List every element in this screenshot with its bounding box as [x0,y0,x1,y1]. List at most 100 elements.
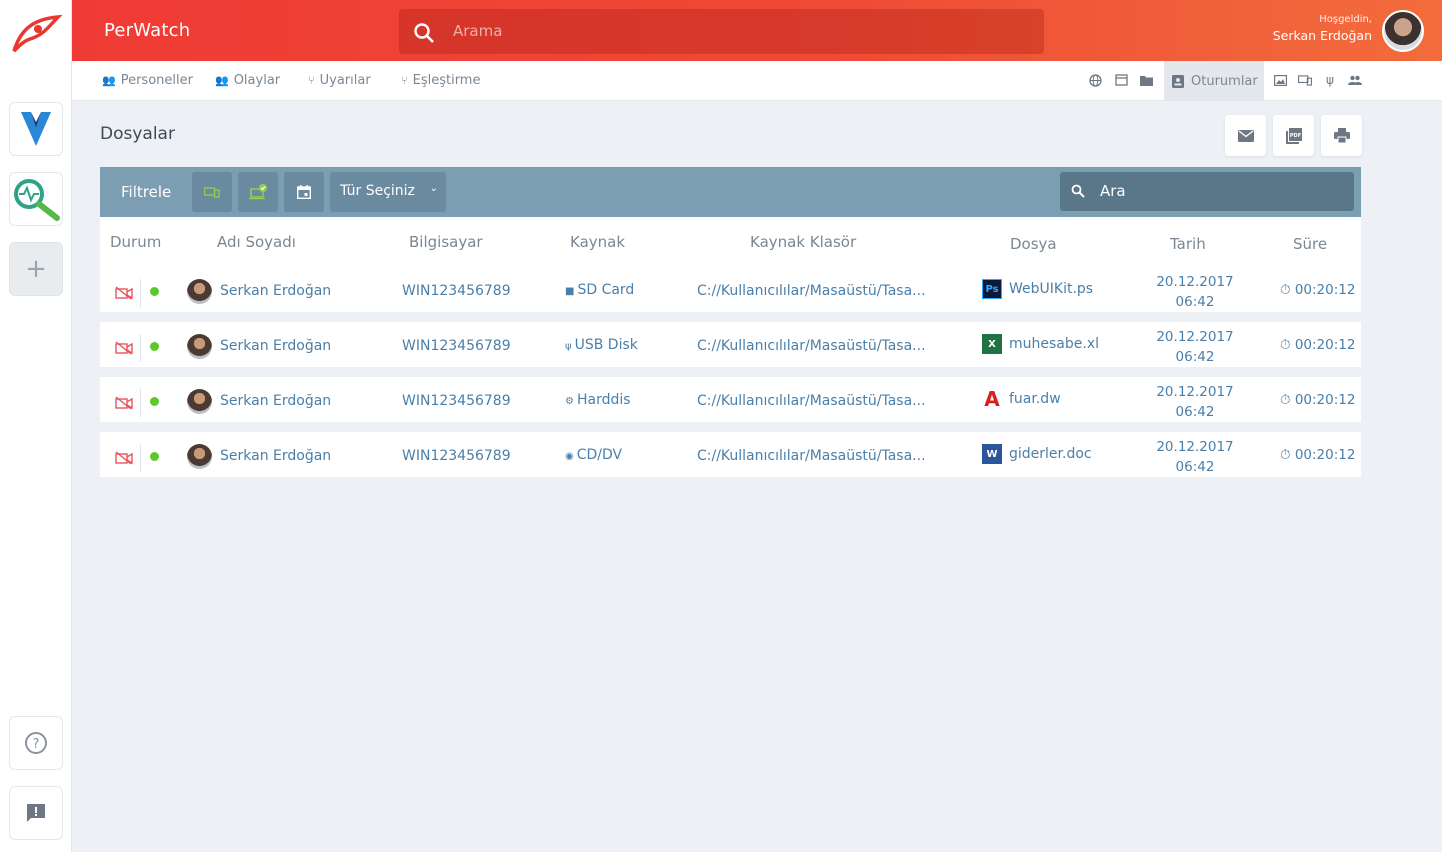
usb-icon[interactable]: ψ [1323,73,1337,87]
feedback-button[interactable] [9,786,63,840]
devices-icon[interactable] [1298,73,1312,87]
col-tarih[interactable]: Tarih [1170,235,1206,253]
table-row[interactable]: Serkan Erdoğan WIN123456789 ⚙ Harddis C:/… [100,377,1361,427]
calendar-icon [297,185,311,199]
type-select[interactable]: Tür Seçiniz ⌄ [330,172,446,212]
col-kaynak[interactable]: Kaynak [570,233,625,251]
app-v-button[interactable] [9,102,63,156]
file-name[interactable]: fuar.dw [1009,391,1061,407]
camera-off-icon[interactable] [115,451,133,465]
filter-online-button[interactable] [238,172,278,212]
laptop-check-icon [249,184,267,200]
filter-label: Filtrele [121,183,172,201]
filter-date-button[interactable] [284,172,324,212]
global-search[interactable] [399,9,1044,54]
avatar [187,279,212,304]
col-dosya[interactable]: Dosya [1010,235,1057,253]
duration: ⏱ 00:20:12 [1280,447,1356,463]
left-rail: + ? [0,0,72,852]
stopwatch-icon: ⏱ [1280,337,1295,353]
browser-icon[interactable] [1114,73,1128,87]
date-time: 20.12.2017 06:42 [1156,384,1234,420]
col-kaynak-klasor[interactable]: Kaynak Klasör [750,233,856,251]
filter-device-button[interactable] [192,172,232,212]
nav-olaylar[interactable]: 👥 Olaylar [215,73,280,88]
avatar[interactable] [1382,10,1424,52]
help-button[interactable]: ? [9,716,63,770]
nav-personeller[interactable]: 👥 Personeller [102,73,193,88]
app-monitor-button[interactable] [9,172,63,226]
page-title: Dosyalar [100,124,175,144]
add-app-button[interactable]: + [9,242,63,296]
brand-title: PerWatch [104,20,191,41]
usb-icon: ψ [565,341,572,352]
status-online-dot [150,287,159,296]
computer-name[interactable]: WIN123456789 [402,338,511,354]
harddisk-icon: ⚙ [565,396,574,407]
folder-path[interactable]: C://Kullanıcılılar/Masaüstü/Tasa... [697,283,926,299]
camera-off-icon[interactable] [115,341,133,355]
user-name-link[interactable]: Serkan Erdoğan [220,338,331,354]
magnifier-pulse-icon [14,179,60,221]
file-name[interactable]: giderler.doc [1009,446,1092,462]
nav-uyarilar[interactable]: ⑂ Uyarılar [308,73,371,88]
photoshop-icon: Ps [982,279,1002,299]
branch-icon: ⑂ [401,74,408,87]
source: ■ SD Card [565,282,635,298]
avatar [187,389,212,414]
user-greeting: Hoşgeldin, Serkan Erdoğan [1273,14,1372,43]
globe-icon[interactable] [1088,73,1102,87]
people-icon: 👥 [215,74,229,87]
file-name[interactable]: muhesabe.xl [1009,336,1099,352]
status-online-dot [150,342,159,351]
file-name[interactable]: WebUIKit.ps [1009,281,1093,297]
nav-eslestirme[interactable]: ⑂ Eşleştirme [401,73,480,88]
sd-card-icon: ■ [565,286,575,297]
user-name-link[interactable]: Serkan Erdoğan [220,448,331,464]
group-icon[interactable] [1348,73,1362,87]
user-name-link[interactable]: Serkan Erdoğan [220,393,331,409]
svg-text:?: ? [33,737,40,752]
folder-path[interactable]: C://Kullanıcılılar/Masaüstü/Tasa... [697,393,926,409]
sub-navigation: 👥 Personeller 👥 Olaylar ⑂ Uyarılar ⑂ Eşleşti… [72,61,1442,101]
source: ⚙ Harddis [565,392,631,408]
perwatch-logo[interactable] [8,8,64,58]
folder-path[interactable]: C://Kullanıcılılar/Masaüstü/Tasa... [697,448,926,464]
stopwatch-icon: ⏱ [1280,282,1295,298]
user-name-link[interactable]: Serkan Erdoğan [220,283,331,299]
computer-name[interactable]: WIN123456789 [402,393,511,409]
table-row[interactable]: Serkan Erdoğan WIN123456789 ψ USB Disk C:… [100,322,1361,372]
camera-off-icon[interactable] [115,396,133,410]
folder-icon[interactable] [1139,73,1153,87]
user-card-icon [1172,74,1184,88]
image-icon[interactable] [1273,73,1287,87]
duration: ⏱ 00:20:12 [1280,337,1356,353]
stopwatch-icon: ⏱ [1280,392,1295,408]
date-time: 20.12.2017 06:42 [1156,274,1234,310]
pdf-export-button[interactable]: PDF [1273,115,1314,156]
computer-name[interactable]: WIN123456789 [402,283,511,299]
filter-search[interactable] [1060,172,1354,211]
folder-path[interactable]: C://Kullanıcılılar/Masaüstü/Tasa... [697,338,926,354]
table-row[interactable]: Serkan Erdoğan WIN123456789 ◉ CD/DV C://K… [100,432,1361,482]
printer-icon [1333,128,1350,143]
global-search-input[interactable] [453,19,1013,43]
filter-bar: Filtrele Tür Seçiniz ⌄ [100,167,1361,217]
filter-search-input[interactable] [1100,180,1340,202]
col-durum[interactable]: Durum [110,233,161,251]
camera-off-icon[interactable] [115,286,133,300]
table-row[interactable]: Serkan Erdoğan WIN123456789 ■ SD Card C:/… [100,267,1361,317]
welcome-text: Hoşgeldin, [1319,14,1372,25]
date-time: 20.12.2017 06:42 [1156,439,1234,475]
computer-name[interactable]: WIN123456789 [402,448,511,464]
col-adi-soyadi[interactable]: Adı Soyadı [217,233,296,251]
col-sure[interactable]: Süre [1293,235,1327,253]
col-bilgisayar[interactable]: Bilgisayar [409,233,483,251]
source: ψ USB Disk [565,337,638,353]
tab-oturumlar[interactable]: Oturumlar [1164,61,1264,101]
top-header: PerWatch Hoşgeldin, Serkan Erdoğan [72,0,1442,61]
email-button[interactable] [1225,115,1266,156]
duration: ⏱ 00:20:12 [1280,392,1356,408]
help-icon: ? [25,732,47,754]
print-button[interactable] [1321,115,1362,156]
